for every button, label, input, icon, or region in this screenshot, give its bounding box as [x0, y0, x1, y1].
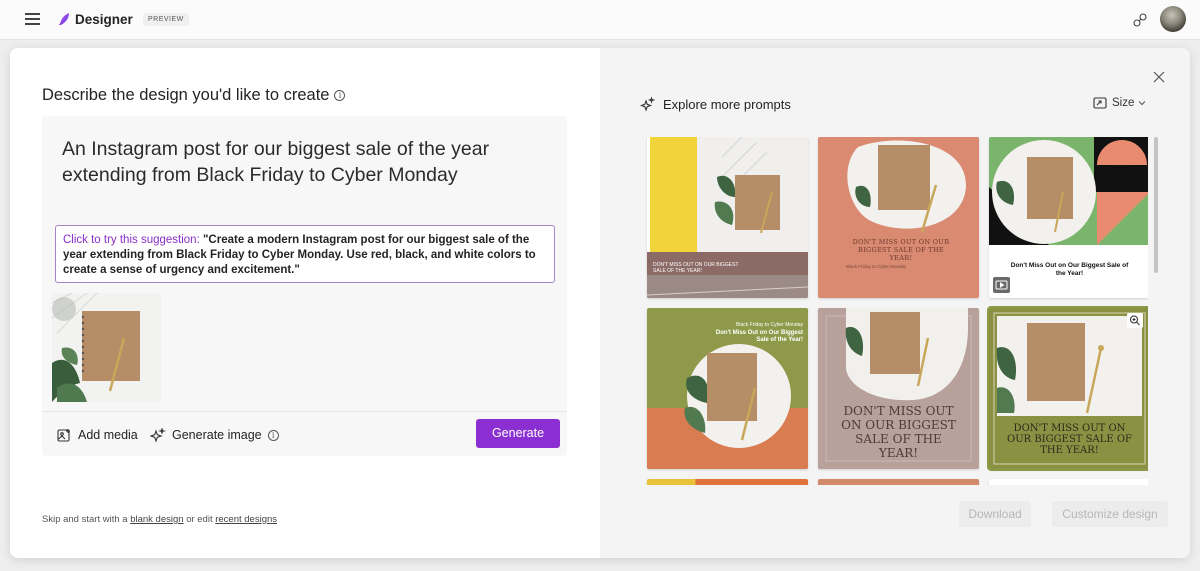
zoom-icon[interactable] [1127, 313, 1143, 328]
avatar[interactable] [1160, 6, 1186, 32]
uploaded-image-thumbnail[interactable] [52, 293, 161, 402]
card-caption: DON'T MISS OUT ON OUR BIGGEST SALE OF TH… [841, 404, 956, 460]
prompt-title: Describe the design you'd like to create… [42, 86, 346, 105]
preview-badge: PREVIEW [143, 13, 189, 26]
prompt-title-text: Describe the design you'd like to create [42, 86, 330, 104]
prompt-panel: Describe the design you'd like to create… [10, 48, 600, 558]
footer-mid: or edit [186, 514, 213, 525]
design-card[interactable]: DON'T MISS OUT ON OUR BIGGEST SALE OF TH… [818, 308, 979, 469]
card-caption: Don't Miss Out on Our Biggest Sale of th… [715, 330, 803, 343]
designs-panel: Explore more prompts Size DON'T MISS OUT… [600, 48, 1190, 558]
generate-image-label: Generate image [172, 428, 262, 442]
prompt-input[interactable]: An Instagram post for our biggest sale o… [62, 136, 542, 188]
designer-logo-icon [59, 13, 69, 25]
share-icon[interactable] [1132, 12, 1148, 28]
design-card[interactable] [989, 479, 1148, 485]
results-scrollbar[interactable] [1154, 137, 1158, 273]
design-card[interactable] [818, 479, 979, 485]
prompt-box[interactable]: An Instagram post for our biggest sale o… [42, 116, 567, 456]
recent-designs-link[interactable]: recent designs [215, 514, 277, 525]
design-card[interactable]: Black Friday to Cyber Monday Don't Miss … [647, 308, 808, 469]
blank-design-link[interactable]: blank design [130, 514, 183, 525]
generate-image-info-icon[interactable]: i [267, 429, 279, 441]
add-media-button[interactable]: Add media [57, 426, 138, 444]
footer-links: Skip and start with a blank design or ed… [42, 514, 277, 525]
design-card[interactable]: DON'T MISS OUT ON OUR BIGGEST SALE OF TH… [818, 137, 979, 298]
sparkle-icon [640, 97, 655, 112]
sparkle-icon [150, 427, 166, 443]
close-icon[interactable] [1153, 71, 1165, 83]
design-dialog: Describe the design you'd like to create… [10, 48, 1190, 558]
card-subcaption: Black Friday to Cyber Monday [846, 264, 907, 269]
download-button[interactable]: Download [959, 501, 1031, 527]
info-icon[interactable]: i [334, 90, 346, 101]
design-card[interactable]: Don't Miss Out on Our Biggest Sale of th… [989, 137, 1148, 298]
generate-button[interactable]: Generate [476, 419, 560, 448]
footer-prefix: Skip and start with a [42, 514, 128, 525]
add-media-icon [57, 428, 70, 442]
suggestion-lead: Click to try this suggestion: [63, 234, 200, 246]
size-dropdown[interactable]: Size [1093, 97, 1146, 109]
design-results-grid: DON'T MISS OUT ON OUR BIGGEST SALE OF TH… [638, 137, 1148, 485]
explore-label: Explore more prompts [663, 97, 791, 112]
brand-name: Designer [75, 12, 133, 27]
video-badge-icon [993, 277, 1010, 293]
resize-icon [1093, 97, 1107, 109]
toolbar-divider [42, 411, 567, 412]
design-card[interactable]: DON'T MISS OUT ON OUR BIGGEST SALE OF TH… [647, 137, 808, 298]
card-caption: Don't Miss Out on Our Biggest Sale of th… [1010, 262, 1129, 277]
card-caption: DON'T MISS OUT ON OUR BIGGEST SALE OF TH… [653, 262, 739, 274]
card-caption: DON'T MISS OUT ON OUR BIGGEST SALE OF TH… [852, 238, 950, 262]
customize-design-button[interactable]: Customize design [1052, 501, 1168, 527]
menu-icon[interactable] [25, 13, 40, 25]
card-caption: DON'T MISS OUT ON OUR BIGGEST SALE OF TH… [1007, 423, 1132, 456]
card-top-text: Black Friday to Cyber Monday [736, 322, 803, 328]
top-bar: Designer PREVIEW [0, 0, 1200, 40]
design-card[interactable]: DON'T MISS OUT ON OUR BIGGEST SALE OF TH… [987, 306, 1148, 471]
chevron-down-icon [1139, 101, 1146, 106]
explore-prompts-button[interactable]: Explore more prompts [640, 97, 791, 112]
design-card[interactable] [647, 479, 808, 485]
suggestion-card[interactable]: Click to try this suggestion: "Create a … [55, 225, 555, 283]
generate-image-button[interactable]: Generate image i [150, 426, 279, 444]
add-media-label: Add media [78, 428, 138, 442]
size-label: Size [1112, 97, 1135, 109]
